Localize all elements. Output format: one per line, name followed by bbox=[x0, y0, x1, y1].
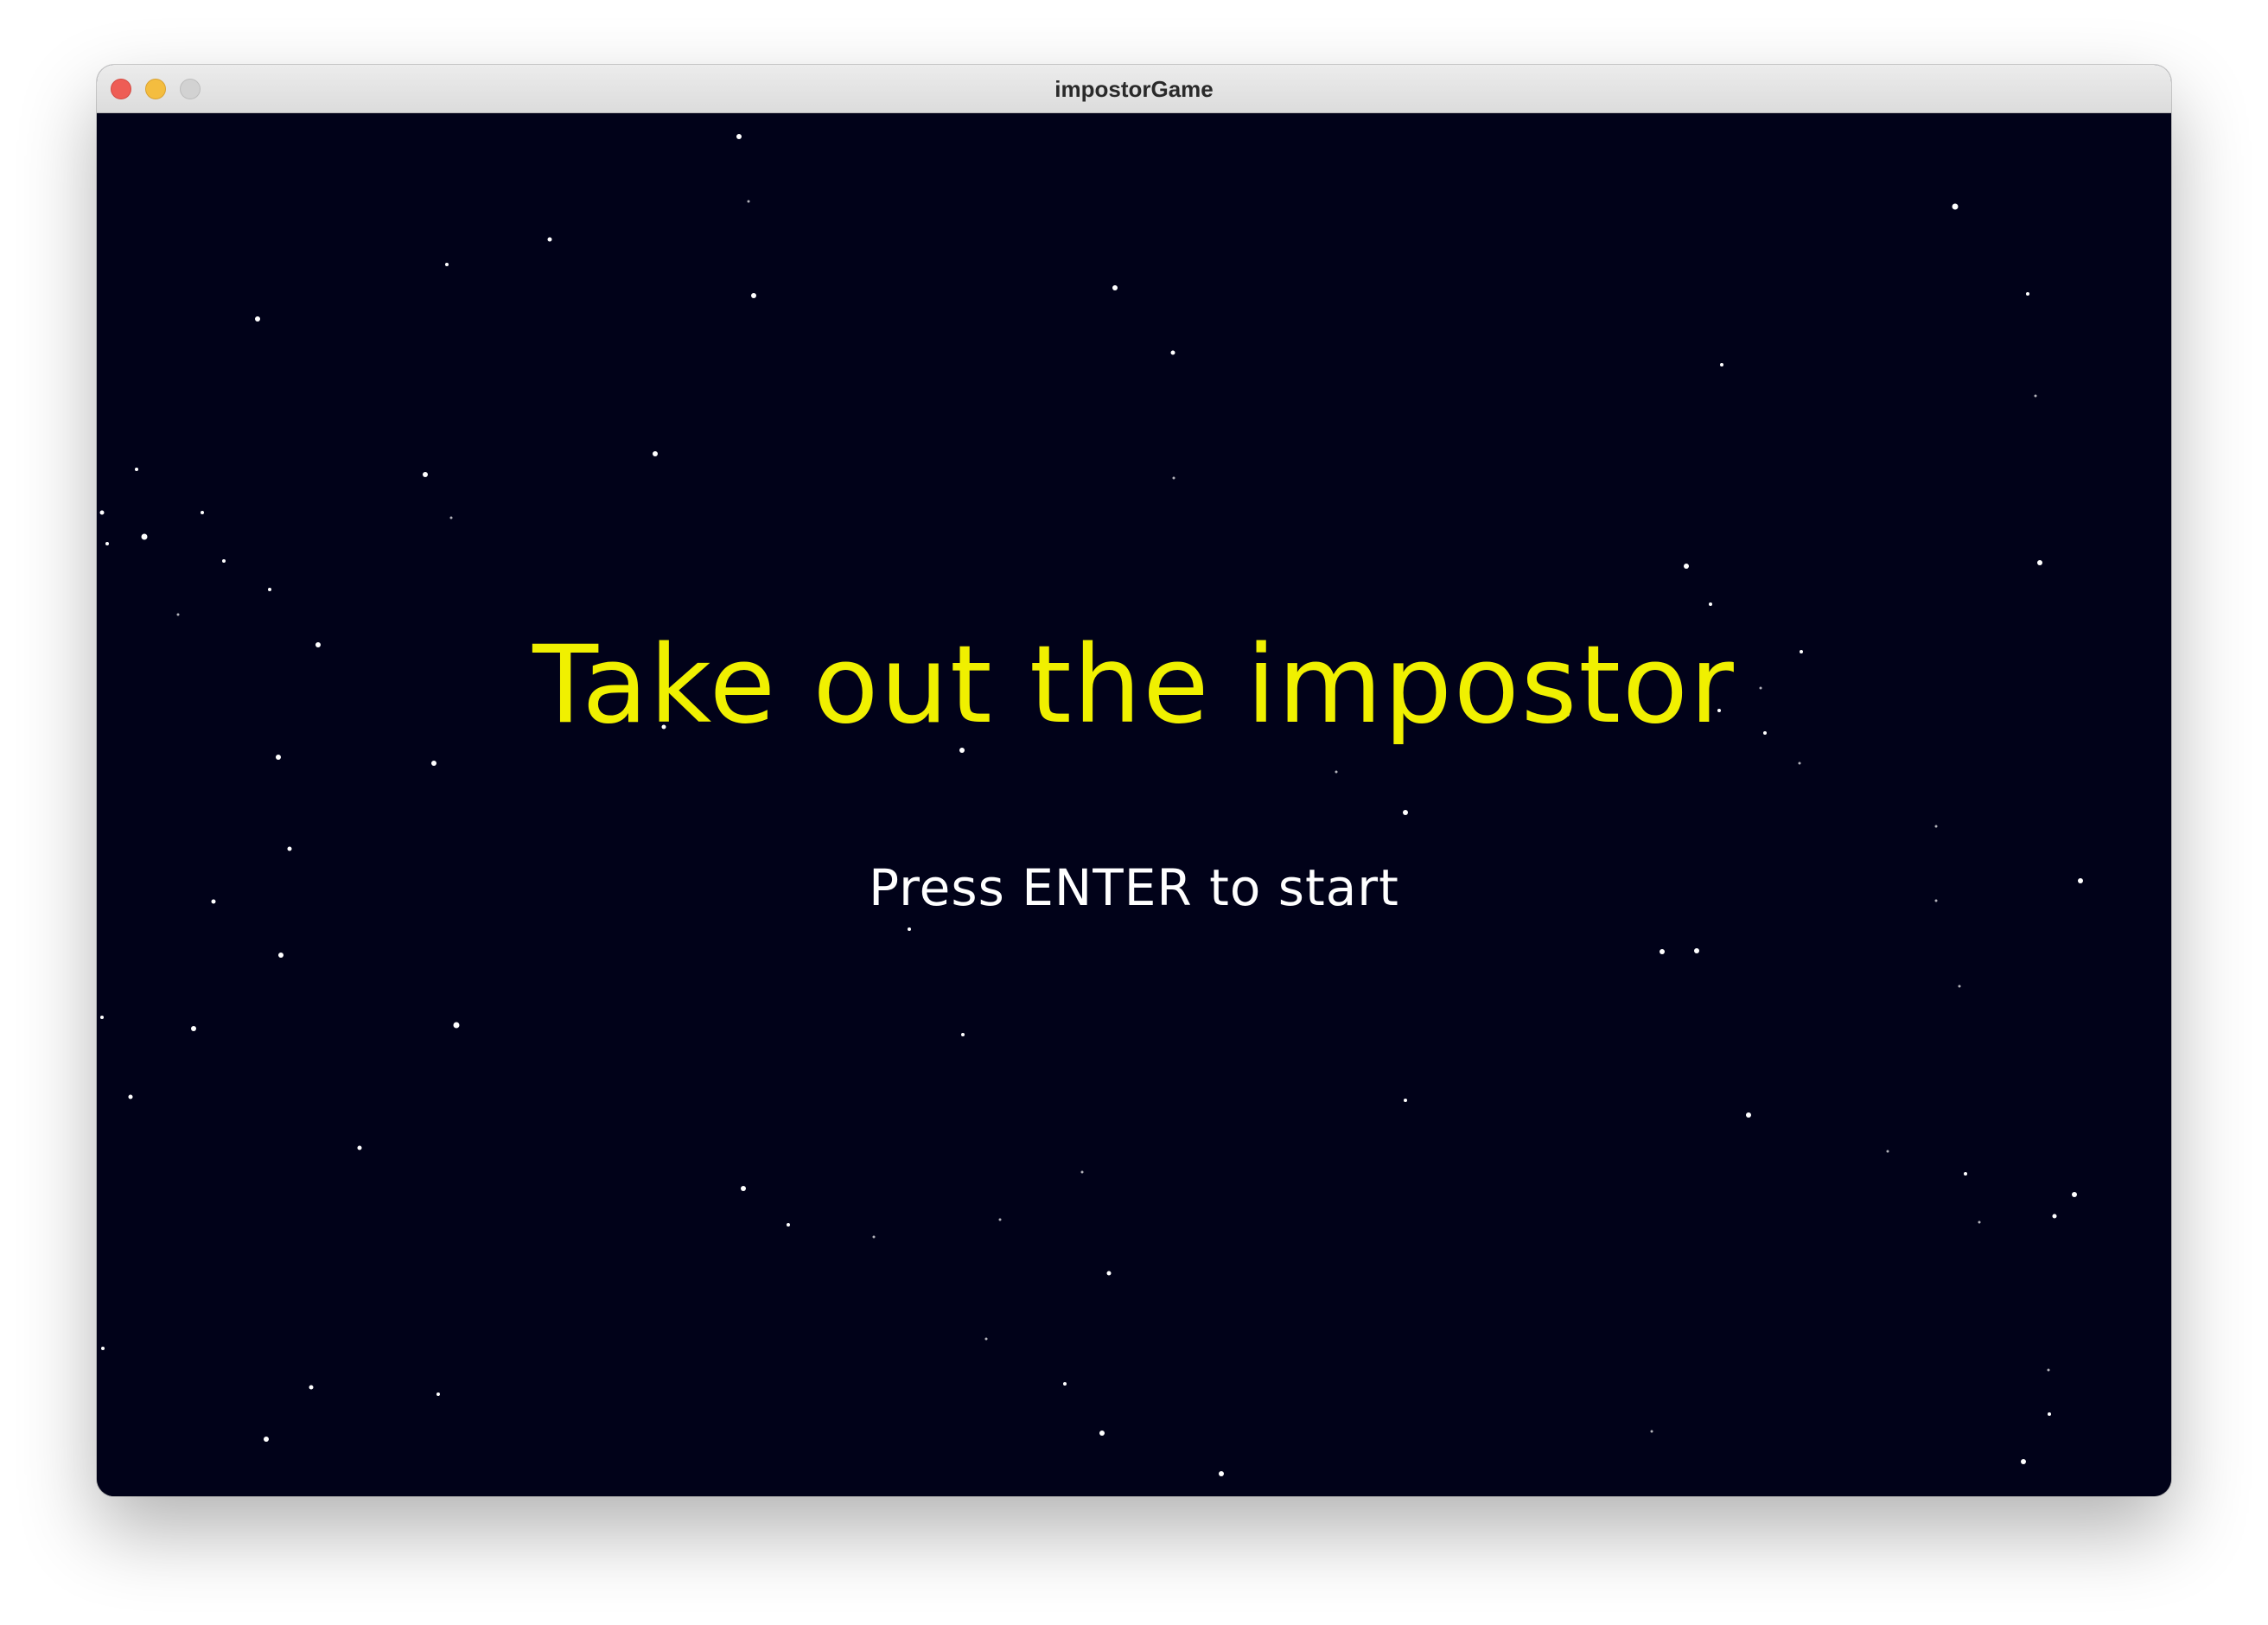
star bbox=[264, 1437, 269, 1442]
star bbox=[1952, 203, 1959, 210]
star bbox=[751, 293, 756, 298]
title-bar[interactable]: impostorGame bbox=[97, 65, 2171, 113]
star bbox=[1403, 810, 1408, 815]
star bbox=[2072, 1192, 2077, 1197]
star bbox=[1798, 762, 1801, 765]
star bbox=[1964, 1172, 1967, 1176]
game-canvas[interactable]: Take out the impostor Press ENTER to sta… bbox=[97, 113, 2171, 1496]
star bbox=[287, 846, 292, 851]
star bbox=[1335, 770, 1338, 774]
window-title: impostorGame bbox=[1054, 76, 1214, 102]
star bbox=[309, 1385, 314, 1390]
star bbox=[431, 761, 436, 766]
star bbox=[1099, 1431, 1105, 1436]
star bbox=[2047, 1368, 2050, 1372]
star bbox=[1112, 285, 1118, 290]
star bbox=[1650, 1430, 1653, 1433]
start-prompt: Press ENTER to start bbox=[869, 858, 1399, 917]
star bbox=[747, 200, 750, 203]
star bbox=[2026, 292, 2029, 296]
star bbox=[1219, 1471, 1224, 1476]
star bbox=[1978, 1220, 1981, 1224]
star bbox=[449, 516, 453, 519]
star bbox=[128, 1094, 133, 1099]
star bbox=[268, 588, 271, 591]
star bbox=[255, 316, 260, 322]
star bbox=[998, 1218, 1002, 1221]
star bbox=[1694, 948, 1699, 953]
star bbox=[453, 1022, 460, 1029]
star bbox=[1106, 1271, 1112, 1276]
star bbox=[1746, 1112, 1751, 1118]
star bbox=[100, 1016, 104, 1019]
star bbox=[101, 1347, 105, 1350]
star bbox=[2052, 1214, 2057, 1219]
star bbox=[357, 1145, 362, 1150]
star bbox=[1958, 985, 1961, 988]
star bbox=[105, 542, 109, 545]
star bbox=[1404, 1099, 1407, 1102]
star bbox=[99, 510, 105, 515]
star bbox=[423, 472, 428, 477]
star bbox=[2048, 1412, 2051, 1416]
star bbox=[191, 1026, 196, 1031]
star bbox=[1170, 350, 1175, 355]
star bbox=[201, 511, 204, 514]
star bbox=[278, 953, 284, 958]
star bbox=[741, 1186, 746, 1191]
star bbox=[2034, 394, 2037, 398]
star bbox=[1934, 825, 1938, 828]
star bbox=[959, 748, 965, 753]
star bbox=[1660, 949, 1665, 954]
star bbox=[141, 533, 148, 540]
star bbox=[653, 451, 658, 456]
star bbox=[276, 755, 281, 760]
star bbox=[222, 559, 226, 563]
star bbox=[736, 134, 742, 139]
star bbox=[1720, 363, 1723, 366]
star bbox=[547, 237, 552, 242]
star bbox=[1709, 602, 1712, 606]
star bbox=[787, 1223, 790, 1227]
star bbox=[176, 613, 180, 616]
star bbox=[135, 468, 138, 471]
star bbox=[1063, 1382, 1067, 1386]
app-window: impostorGame Take out the impostor Press… bbox=[97, 65, 2171, 1496]
starfield bbox=[99, 134, 2083, 1476]
game-title: Take out the impostor bbox=[532, 623, 1736, 748]
star bbox=[1172, 476, 1175, 480]
star bbox=[445, 263, 449, 266]
star bbox=[872, 1235, 876, 1239]
star bbox=[1886, 1150, 1889, 1153]
star bbox=[1080, 1170, 1084, 1174]
star bbox=[2021, 1459, 2026, 1464]
star bbox=[961, 1033, 965, 1036]
star bbox=[2037, 560, 2042, 565]
star bbox=[984, 1337, 988, 1341]
star bbox=[908, 927, 911, 931]
star bbox=[1684, 564, 1689, 569]
star bbox=[436, 1392, 440, 1396]
